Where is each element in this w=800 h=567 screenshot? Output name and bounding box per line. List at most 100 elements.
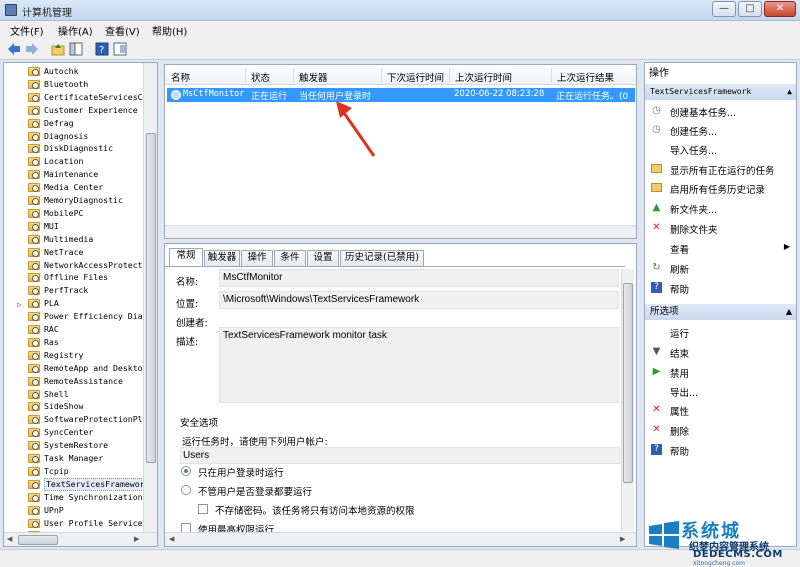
properties-icon[interactable]	[113, 42, 127, 56]
collapse-icon[interactable]: ▲	[787, 84, 792, 100]
tree-horizontal-scrollbar[interactable]: ◀ ▶	[4, 532, 157, 546]
tree-item[interactable]: RemoteAssistance	[4, 375, 144, 388]
tree-item[interactable]: User Profile Service	[4, 517, 144, 530]
tree-item[interactable]: Customer Experience I	[4, 104, 148, 117]
menu-view[interactable]: 查看(V)	[105, 23, 140, 38]
scroll-left-icon[interactable]: ◀	[7, 535, 12, 543]
scroll-right-icon[interactable]: ▶	[620, 535, 625, 543]
help-action[interactable]: ? 帮助	[645, 279, 796, 296]
tree-item[interactable]: Media Center	[4, 181, 144, 194]
tree-item[interactable]: Tcpip	[4, 465, 144, 478]
tree-item[interactable]: CertificateServicesC	[4, 91, 144, 104]
description-field[interactable]: TextServicesFramework monitor task	[219, 327, 619, 403]
help-icon[interactable]: ?	[95, 42, 109, 56]
do-not-store-password-checkbox[interactable]	[198, 504, 208, 514]
column-header-trigger[interactable]: 触发器	[299, 70, 328, 84]
tree-item[interactable]: PerfTrack	[4, 284, 144, 297]
tree-vertical-scrollbar[interactable]	[143, 63, 157, 533]
tree-item[interactable]: MemoryDiagnostic	[4, 194, 144, 207]
refresh-action[interactable]: ↻ 刷新	[645, 259, 796, 276]
menu-file[interactable]: 文件(F)	[10, 23, 44, 38]
scroll-thumb[interactable]	[146, 133, 156, 463]
menu-help[interactable]: 帮助(H)	[152, 23, 187, 38]
tab-general[interactable]: 常规	[169, 248, 203, 267]
details-vertical-scrollbar[interactable]	[621, 269, 634, 531]
tree-item[interactable]: DiskDiagnostic	[4, 142, 144, 155]
maximize-button[interactable]: □	[738, 1, 762, 17]
tab-conditions[interactable]: 条件	[274, 250, 306, 266]
minimize-button[interactable]: —	[712, 1, 736, 17]
column-header-next-run[interactable]: 下次运行时间	[387, 70, 444, 84]
details-horizontal-scrollbar[interactable]: ◀ ▶	[165, 532, 636, 546]
tree-item[interactable]: RemoteApp and Desktop	[4, 362, 148, 375]
show-hide-tree-icon[interactable]	[69, 42, 83, 56]
export-action[interactable]: 导出...	[645, 382, 796, 399]
tree-item[interactable]: SideShow	[4, 400, 144, 413]
create-task-action[interactable]: ◷ 创建任务...	[645, 121, 796, 138]
menu-action[interactable]: 操作(A)	[58, 23, 93, 38]
tree-item[interactable]: Defrag	[4, 117, 144, 130]
tree-item[interactable]: Location	[4, 155, 144, 168]
tree-item[interactable]: Multimedia	[4, 233, 144, 246]
disable-action[interactable]: ▶ 禁用	[645, 363, 796, 380]
delete-folder-action[interactable]: ✕ 删除文件夹	[645, 219, 796, 236]
tree-item[interactable]: Power Efficiency Dia	[4, 310, 144, 323]
tree-item[interactable]: SoftwareProtectionPl	[4, 413, 144, 426]
scroll-thumb[interactable]	[18, 535, 58, 545]
tree-item[interactable]: RAC	[4, 323, 144, 336]
forward-icon[interactable]	[25, 42, 39, 56]
delete-action[interactable]: ✕ 删除	[645, 421, 796, 438]
column-header-name[interactable]: 名称	[171, 70, 190, 84]
back-icon[interactable]	[7, 42, 21, 56]
import-task-action[interactable]: 导入任务...	[645, 140, 796, 157]
enable-history-action[interactable]: 启用所有任务历史记录	[645, 179, 796, 196]
task-list-horizontal-scrollbar[interactable]	[165, 225, 636, 238]
end-action[interactable]: ▼ 结束	[645, 343, 796, 360]
tree-item[interactable]: TextServicesFramework	[4, 477, 152, 491]
column-header-last-result[interactable]: 上次运行结果	[557, 70, 614, 84]
tab-triggers[interactable]: 触发器	[204, 250, 240, 266]
location-field[interactable]: \Microsoft\Windows\TextServicesFramework	[219, 291, 619, 309]
tree-item[interactable]: NetworkAccessProtect	[4, 259, 144, 272]
tree-item[interactable]: ▷ PLA	[4, 297, 144, 310]
scroll-thumb[interactable]	[623, 283, 633, 483]
name-field[interactable]: MsCtfMonitor	[219, 269, 619, 287]
tree-item[interactable]: Autochk	[4, 65, 144, 78]
tree-item[interactable]: Registry	[4, 349, 144, 362]
column-header-status[interactable]: 状态	[251, 70, 270, 84]
tab-actions[interactable]: 操作	[241, 250, 273, 266]
tree-item[interactable]: Time Synchronization	[4, 491, 144, 504]
new-folder-action[interactable]: ▲ 新文件夹...	[645, 199, 796, 216]
table-row[interactable]: MsCtfMonitor 正在运行 当任何用户登录时 2020-06-22 08…	[167, 88, 635, 102]
tree-item[interactable]: Shell	[4, 388, 144, 401]
collapse-icon[interactable]: ▲	[786, 304, 792, 320]
tree-item[interactable]: Ras	[4, 336, 144, 349]
tree-item[interactable]: NetTrace	[4, 246, 144, 259]
show-running-tasks-action[interactable]: 显示所有正在运行的任务	[645, 160, 796, 177]
task-list[interactable]: 名称 状态 触发器 下次运行时间 上次运行时间 上次运行结果 MsCtfMoni…	[164, 64, 637, 239]
tree-item[interactable]: Maintenance	[4, 168, 144, 181]
scroll-left-icon[interactable]: ◀	[169, 535, 174, 543]
tree-item[interactable]: SyncCenter	[4, 426, 144, 439]
tree-item[interactable]: MUI	[4, 220, 144, 233]
tree-item[interactable]: SystemRestore	[4, 439, 144, 452]
actions-section-folder[interactable]: TextServicesFramework ▲	[645, 84, 796, 100]
run-whether-logged-on-radio[interactable]	[181, 485, 191, 495]
tree-item[interactable]: Bluetooth	[4, 78, 144, 91]
task-scheduler-tree[interactable]: Autochk Bluetooth CertificateServicesC Cust…	[3, 62, 158, 547]
tab-settings[interactable]: 设置	[307, 250, 339, 266]
tree-item[interactable]: UPnP	[4, 504, 144, 517]
up-folder-icon[interactable]	[51, 42, 65, 56]
properties-action[interactable]: ✕ 属性	[645, 401, 796, 418]
user-account-field[interactable]: Users	[180, 447, 620, 464]
run-only-when-logged-on-radio[interactable]	[181, 466, 191, 476]
help-action-selected[interactable]: ? 帮助	[645, 441, 796, 458]
actions-section-selected[interactable]: 所选项 ▲	[645, 304, 796, 320]
tree-item[interactable]: MobilePC	[4, 207, 144, 220]
tree-item[interactable]: Offline Files	[4, 271, 144, 284]
close-button[interactable]: ✕	[764, 1, 796, 17]
view-action[interactable]: 查看 ▶	[645, 239, 796, 256]
column-header-last-run[interactable]: 上次运行时间	[455, 70, 512, 84]
tree-item[interactable]: Task Manager	[4, 452, 144, 465]
tab-history[interactable]: 历史记录(已禁用)	[340, 250, 424, 266]
